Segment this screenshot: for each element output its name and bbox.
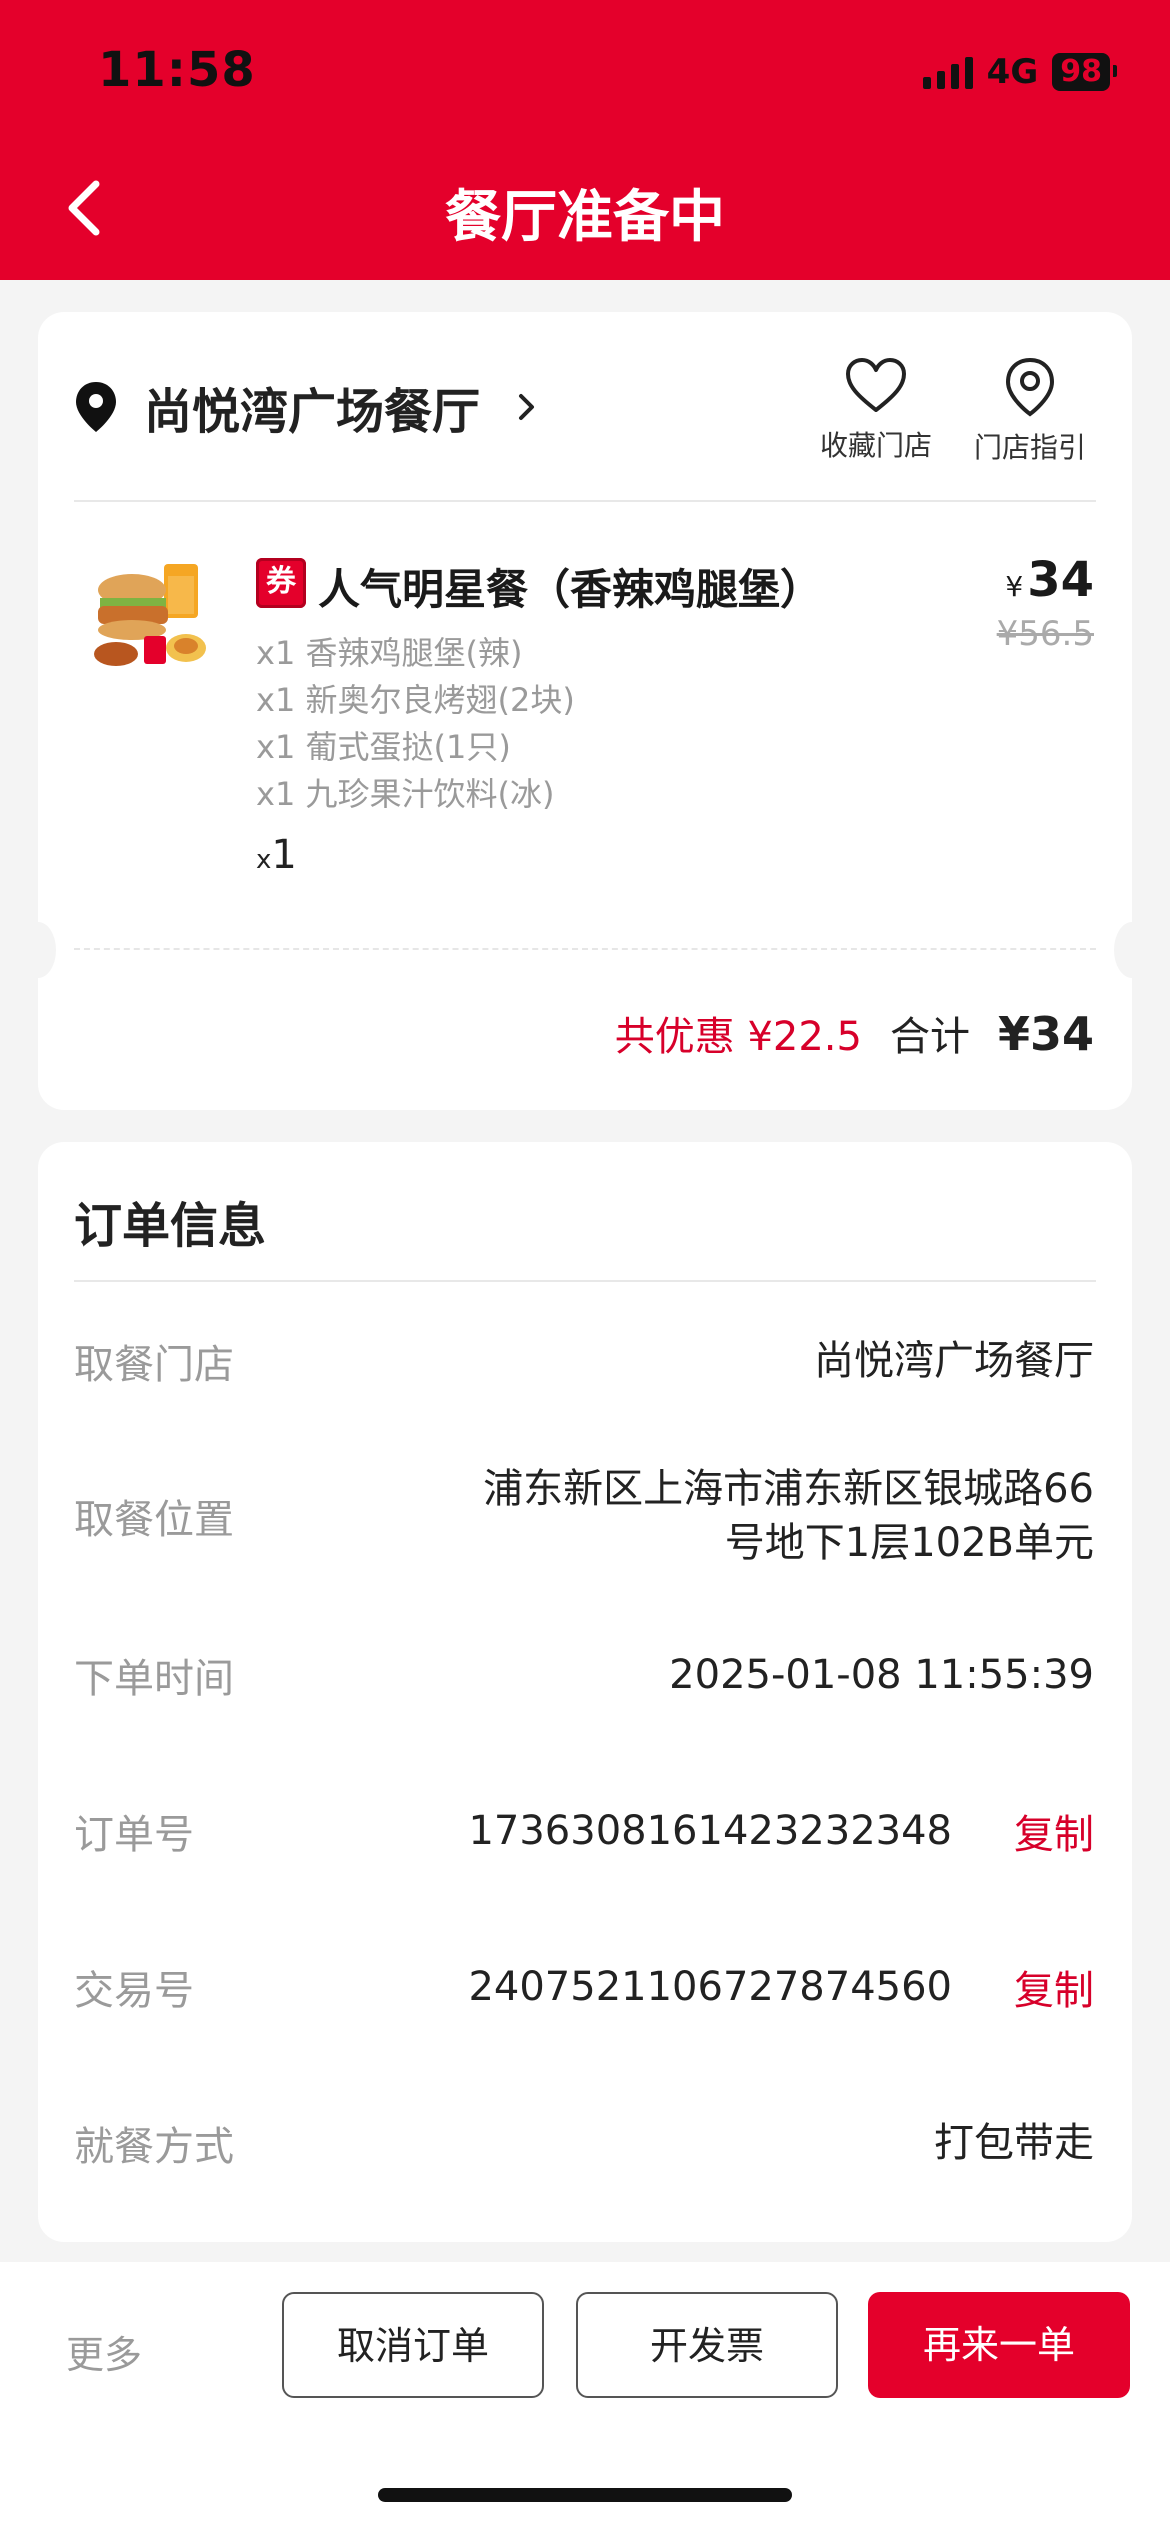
status-time: 11:58 bbox=[98, 42, 256, 98]
heart-icon bbox=[846, 358, 906, 412]
info-row-dining-method: 就餐方式 打包带走 bbox=[74, 2114, 1094, 2172]
info-row-pickup-store: 取餐门店 尚悦湾广场餐厅 bbox=[74, 1332, 1094, 1390]
invoice-button[interactable]: 开发票 bbox=[576, 2292, 838, 2398]
coupon-badge: 券 bbox=[256, 558, 306, 608]
battery-icon: 98 bbox=[1052, 53, 1117, 91]
product-name: 人气明星餐（香辣鸡腿堡） bbox=[318, 565, 823, 614]
info-value: 打包带走 bbox=[934, 2120, 1094, 2166]
info-value: 浦东新区上海市浦东新区银城路66 号地下1层102B单元 bbox=[483, 1462, 1094, 1570]
order-summary-card: 尚悦湾广场餐厅 收藏门店 门店指引 券 人气明星餐（香辣鸡腿堡） ¥34 ¥56 bbox=[20, 312, 1150, 1110]
meal-components: x1 香辣鸡腿堡(辣) x1 新奥尔良烤翅(2块) x1 葡式蛋挞(1只) x1… bbox=[256, 630, 575, 818]
store-guide-button[interactable]: 门店指引 bbox=[960, 356, 1100, 466]
info-label: 下单时间 bbox=[74, 1656, 234, 1702]
copy-order-number-button[interactable]: 复制 bbox=[1014, 1802, 1094, 1860]
price-value: 34 bbox=[1027, 552, 1094, 608]
ticket-notch bbox=[20, 922, 56, 978]
info-row-order-number: 订单号 1736308161423232348 复制 bbox=[74, 1802, 1094, 1860]
list-item: x1 葡式蛋挞(1只) bbox=[256, 728, 511, 766]
section-title: 订单信息 bbox=[74, 1198, 267, 1254]
info-row-transaction-number: 交易号 2407521106727874560 复制 bbox=[74, 1958, 1094, 2016]
reorder-button[interactable]: 再来一单 bbox=[868, 2292, 1130, 2398]
favorite-store-button[interactable]: 收藏门店 bbox=[806, 356, 946, 464]
copy-transaction-number-button[interactable]: 复制 bbox=[1014, 1958, 1094, 2016]
favorite-store-label: 收藏门店 bbox=[819, 429, 932, 462]
quantity-prefix: x bbox=[256, 845, 272, 875]
info-label: 取餐门店 bbox=[74, 1342, 234, 1388]
location-pin-icon bbox=[76, 382, 116, 432]
info-value-group: 1736308161423232348 复制 bbox=[468, 1802, 1094, 1860]
chevron-right-icon bbox=[519, 394, 535, 420]
order-total: 共优惠 ¥22.5 合计 ¥34 bbox=[615, 1004, 1094, 1062]
info-row-order-time: 下单时间 2025-01-08 11:55:39 bbox=[74, 1646, 1094, 1704]
discount-amount: 共优惠 ¥22.5 bbox=[614, 1014, 862, 1060]
store-name: 尚悦湾广场餐厅 bbox=[144, 384, 481, 440]
original-price: ¥56.5 bbox=[996, 614, 1094, 654]
map-pin-icon bbox=[1005, 357, 1055, 417]
network-type: 4G bbox=[986, 52, 1039, 92]
cancel-order-button[interactable]: 取消订单 bbox=[282, 2292, 544, 2398]
total-label: 合计 bbox=[889, 1014, 970, 1060]
info-label: 订单号 bbox=[74, 1812, 194, 1858]
store-guide-label: 门店指引 bbox=[973, 431, 1086, 464]
address-line-2: 号地下1层102B单元 bbox=[724, 1520, 1094, 1566]
order-info-card: 订单信息 取餐门店 尚悦湾广场餐厅 取餐位置 浦东新区上海市浦东新区银城路66 … bbox=[38, 1142, 1132, 2242]
meal-image bbox=[94, 564, 206, 666]
info-value[interactable]: 2407521106727874560 bbox=[468, 1960, 952, 2014]
page-title: 餐厅准备中 bbox=[445, 185, 725, 250]
quantity-value: 1 bbox=[271, 832, 297, 878]
header-bar: 11:58 4G 98 餐厅准备中 bbox=[0, 0, 1170, 280]
info-value-group: 2407521106727874560 复制 bbox=[468, 1958, 1094, 2016]
info-label: 交易号 bbox=[74, 1968, 194, 2014]
list-item: x1 香辣鸡腿堡(辣) bbox=[256, 634, 523, 672]
store-link[interactable]: 尚悦湾广场餐厅 bbox=[74, 372, 538, 442]
divider bbox=[74, 500, 1096, 502]
currency-symbol: ¥ bbox=[1005, 570, 1024, 603]
info-value[interactable]: 1736308161423232348 bbox=[468, 1804, 952, 1858]
status-indicators: 4G 98 bbox=[922, 52, 1117, 92]
home-indicator[interactable] bbox=[378, 2488, 792, 2502]
product-price: ¥34 bbox=[1005, 552, 1094, 608]
list-item: x1 九珍果汁饮料(冰) bbox=[256, 775, 555, 813]
more-button[interactable]: 更多 bbox=[66, 2324, 142, 2379]
list-item: x1 新奥尔良烤翅(2块) bbox=[256, 681, 575, 719]
info-value: 尚悦湾广场餐厅 bbox=[814, 1338, 1094, 1384]
info-label: 就餐方式 bbox=[74, 2124, 234, 2170]
signal-icon bbox=[922, 55, 973, 89]
total-amount: ¥34 bbox=[997, 1007, 1094, 1061]
info-value: 2025-01-08 11:55:39 bbox=[669, 1652, 1094, 1698]
ticket-notch bbox=[1114, 922, 1150, 978]
item-quantity: x1 bbox=[256, 832, 297, 878]
divider bbox=[74, 1280, 1096, 1282]
info-label: 取餐位置 bbox=[74, 1497, 234, 1543]
info-row-pickup-location: 取餐位置 浦东新区上海市浦东新区银城路66 号地下1层102B单元 bbox=[74, 1462, 1094, 1570]
dashed-divider bbox=[74, 948, 1096, 950]
address-line-1: 浦东新区上海市浦东新区银城路66 bbox=[483, 1466, 1094, 1512]
